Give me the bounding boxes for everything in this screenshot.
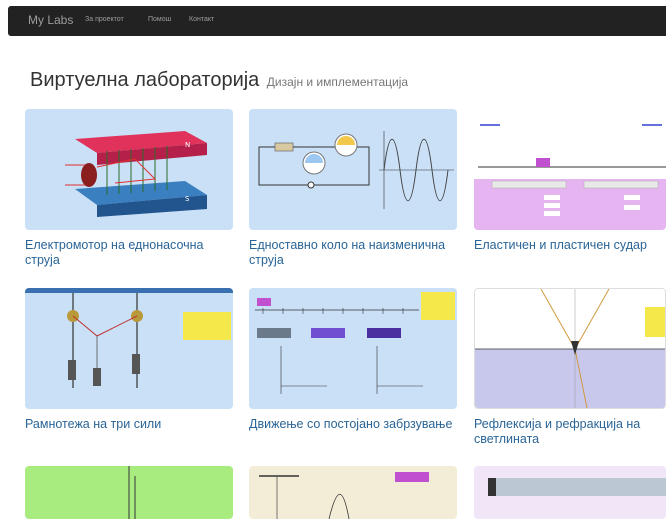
svg-text:S: S <box>185 195 190 203</box>
page-subtitle: Дизајн и имплементација <box>266 75 409 89</box>
lab-thumbnail[interactable]: N S <box>25 109 233 230</box>
page-header: Виртуелна лабораторија Дизајн и имплемен… <box>30 69 408 92</box>
brand-link[interactable]: My Labs <box>28 13 73 27</box>
lab-card-caption[interactable]: Едноставно коло на наизменична струја <box>249 238 457 268</box>
lab-card-caption[interactable]: Рамнотежа на три сили <box>25 417 233 432</box>
lab-card-caption[interactable]: Еластичен и пластичен судар <box>474 238 666 253</box>
nav-link-contact[interactable]: Контакт <box>189 16 214 23</box>
lab-card-caption[interactable]: Движење со постојано забрзување <box>249 417 457 432</box>
lab-thumbnail[interactable] <box>474 288 666 409</box>
lab-thumbnail[interactable] <box>25 288 233 409</box>
lab-thumbnail[interactable] <box>474 109 666 230</box>
lab-card-refraction[interactable]: Рефлексија и рефракција на светлината <box>474 288 666 447</box>
lab-card-caption[interactable]: Рефлексија и рефракција на светлината <box>474 417 666 447</box>
svg-text:N: N <box>185 141 190 149</box>
lab-thumbnail-partial[interactable] <box>474 466 666 519</box>
lab-card-motor[interactable]: N S Електромотор на еднонасочна струја <box>25 109 233 268</box>
lab-card-caption[interactable]: Електромотор на еднонасочна струја <box>25 238 233 268</box>
lab-card-ac-circuit[interactable]: Едноставно коло на наизменична струја <box>249 109 457 268</box>
lab-thumbnail[interactable] <box>249 109 457 230</box>
lab-thumbnail-partial[interactable] <box>249 466 457 519</box>
nav-link-help[interactable]: Помош <box>148 16 171 23</box>
lab-card-three-forces[interactable]: Рамнотежа на три сили <box>25 288 233 432</box>
lab-thumbnail[interactable] <box>249 288 457 409</box>
nav-link-about[interactable]: За проектот <box>85 16 124 23</box>
lab-thumbnail-partial[interactable] <box>25 466 233 519</box>
lab-card-acceleration[interactable]: Движење со постојано забрзување <box>249 288 457 432</box>
lab-card-collision[interactable]: Еластичен и пластичен судар <box>474 109 666 253</box>
navbar: My Labs За проектот Помош Контакт <box>8 6 666 36</box>
page-title: Виртуелна лабораторија <box>30 69 260 91</box>
